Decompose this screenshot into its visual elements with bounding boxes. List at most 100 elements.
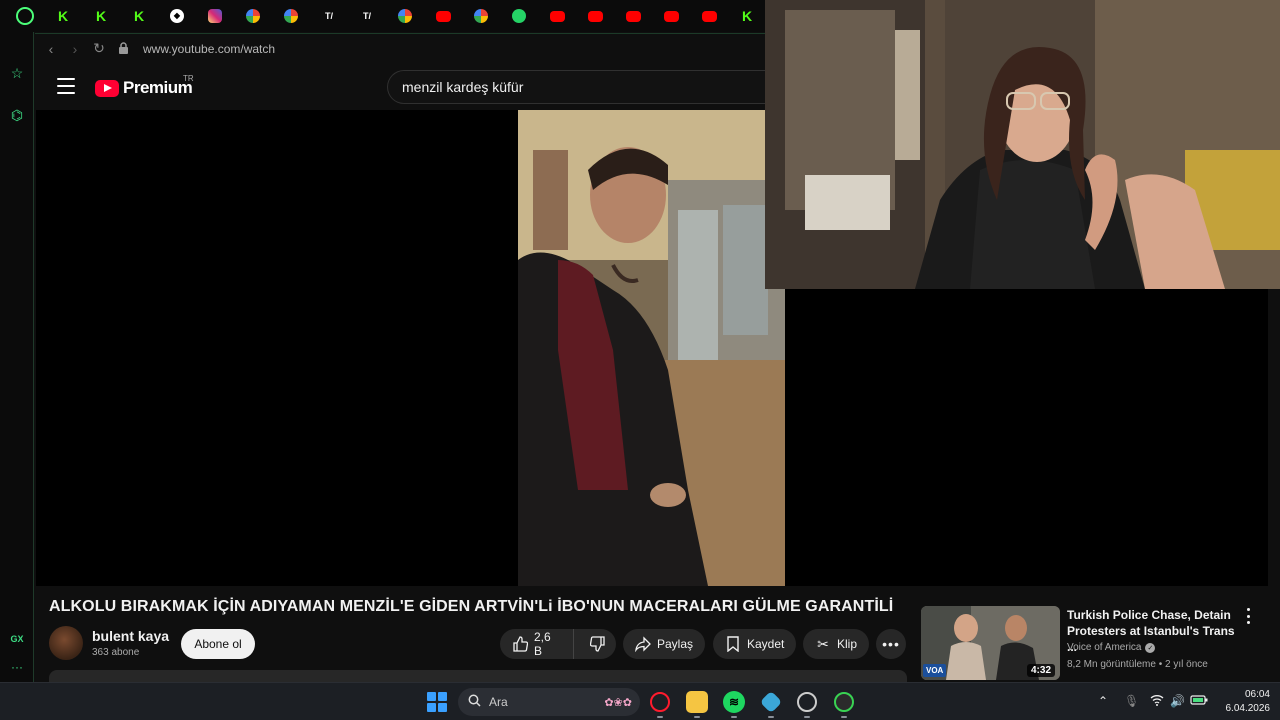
recommendation-meta: 8,2 Mn görüntüleme • 2 yıl önce (1067, 659, 1208, 670)
youtube-brand-text: Premium (123, 78, 193, 97)
recommendation-age: 2 yıl önce (1165, 659, 1208, 670)
browser-tab[interactable] (196, 0, 234, 32)
browser-tab[interactable] (386, 0, 424, 32)
youtube-logo[interactable]: Premium (95, 78, 193, 98)
like-button[interactable]: 2,6 B (500, 629, 574, 659)
browser-tab[interactable] (234, 0, 272, 32)
like-dislike-group: 2,6 B (500, 629, 616, 659)
streamer-icon: ◆ (170, 9, 184, 23)
wifi-icon[interactable] (1150, 694, 1164, 709)
kick-icon: K (133, 8, 145, 24)
whatsapp-icon (512, 9, 526, 23)
tiktok-icon: T/ (363, 10, 371, 21)
opera-icon (16, 7, 34, 25)
obs-icon[interactable] (797, 692, 817, 712)
taskbar-search[interactable]: Ara ✿❀✿ (458, 688, 640, 716)
more-icon[interactable]: ··· (8, 658, 26, 676)
clock-time: 06:04 (1244, 689, 1270, 700)
search-icon (468, 694, 481, 710)
browser-tab[interactable]: T/ (310, 0, 348, 32)
google-icon (284, 9, 298, 23)
active-indicator (657, 716, 663, 718)
youtube-icon (587, 10, 603, 22)
share-icon (635, 636, 651, 652)
subscriber-count: 363 abone (92, 647, 140, 658)
search-input[interactable]: menzil kardeş küfür (387, 70, 767, 104)
forward-icon[interactable]: › (69, 41, 81, 57)
volume-icon[interactable]: 🔊 (1170, 694, 1185, 708)
verified-icon: ✓ (1145, 642, 1156, 653)
app-circle-icon[interactable] (834, 692, 854, 712)
opera-sidebar: ☆ ⌬ GX ··· (0, 32, 34, 682)
back-icon[interactable]: ‹ (45, 41, 57, 57)
youtube-icon (625, 10, 641, 22)
browser-tab[interactable]: K (82, 0, 120, 32)
region-code: TR (183, 74, 194, 83)
url-text[interactable]: www.youtube.com/watch (143, 42, 275, 56)
taskbar-search-placeholder: Ara (489, 695, 508, 709)
browser-tab[interactable] (690, 0, 728, 32)
youtube-icon (435, 10, 451, 22)
channel-avatar[interactable] (49, 626, 83, 660)
video-duration: 4:32 (1026, 664, 1055, 677)
lock-icon (117, 41, 129, 57)
browser-tab[interactable] (500, 0, 538, 32)
reload-icon[interactable]: ↻ (93, 40, 105, 57)
like-count: 2,6 B (534, 630, 551, 658)
clip-label: Klip (837, 637, 858, 651)
browser-tab[interactable] (614, 0, 652, 32)
webcam-overlay (765, 0, 1280, 289)
recommendation-thumbnail[interactable]: VOA 4:32 (921, 606, 1060, 680)
star-icon[interactable]: ☆ (8, 64, 26, 82)
browser-tab[interactable]: K (44, 0, 82, 32)
save-button[interactable]: Kaydet (713, 629, 797, 659)
thumbs-up-icon (512, 636, 528, 652)
browser-tab[interactable] (462, 0, 500, 32)
app-diamond-icon[interactable] (759, 690, 783, 714)
more-actions-button[interactable]: ••• (876, 629, 906, 659)
browser-tab[interactable] (272, 0, 310, 32)
google-icon (474, 9, 488, 23)
browser-tab[interactable] (6, 0, 44, 32)
browser-tab[interactable]: ◆ (158, 0, 196, 32)
browser-tab[interactable]: T/ (348, 0, 386, 32)
gx-label[interactable]: GX (8, 630, 26, 648)
battery-icon[interactable] (1190, 694, 1208, 709)
google-icon (398, 9, 412, 23)
save-label: Kaydet (747, 637, 785, 651)
browser-tab[interactable]: K (728, 0, 766, 32)
aria-icon[interactable]: ⌬ (8, 106, 26, 124)
taskbar-clock[interactable]: 06:04 6.04.2026 (1216, 688, 1271, 716)
clip-button[interactable]: ✂ Klip (803, 629, 870, 659)
browser-tab[interactable] (652, 0, 690, 32)
flowers-icon: ✿❀✿ (604, 696, 632, 709)
bookmark-icon (725, 636, 741, 652)
share-button[interactable]: Paylaş (623, 629, 706, 659)
tiktok-icon: T/ (325, 10, 333, 21)
browser-tab[interactable]: K (120, 0, 158, 32)
browser-tab[interactable] (538, 0, 576, 32)
hamburger-menu-icon[interactable] (57, 78, 75, 94)
kick-icon: K (57, 8, 69, 24)
recommendation-channel-name: Voice of America (1067, 642, 1142, 653)
description-box[interactable] (49, 670, 907, 682)
file-explorer-icon[interactable] (686, 691, 708, 713)
running-indicator (841, 716, 847, 718)
kick-icon: K (95, 8, 107, 24)
thumbs-down-icon (590, 636, 606, 652)
windows-start-icon[interactable] (427, 692, 447, 712)
opera-gx-taskbar-icon[interactable] (650, 692, 670, 712)
recommendation-menu-icon[interactable] (1243, 608, 1253, 624)
channel-name[interactable]: bulent kaya (92, 628, 169, 644)
share-label: Paylaş (657, 637, 694, 651)
browser-tab[interactable] (424, 0, 462, 32)
youtube-icon (701, 10, 717, 22)
dislike-button[interactable] (580, 629, 616, 659)
spotify-icon[interactable]: ≋ (723, 691, 745, 713)
running-indicator (804, 716, 810, 718)
subscribe-button[interactable]: Abone ol (181, 629, 255, 659)
chevron-up-icon[interactable]: ⌃ (1098, 694, 1108, 708)
browser-tab[interactable] (576, 0, 614, 32)
recommendation-channel[interactable]: Voice of America ✓ (1067, 642, 1156, 653)
microphone-icon[interactable]: 🎙 (1124, 694, 1139, 708)
